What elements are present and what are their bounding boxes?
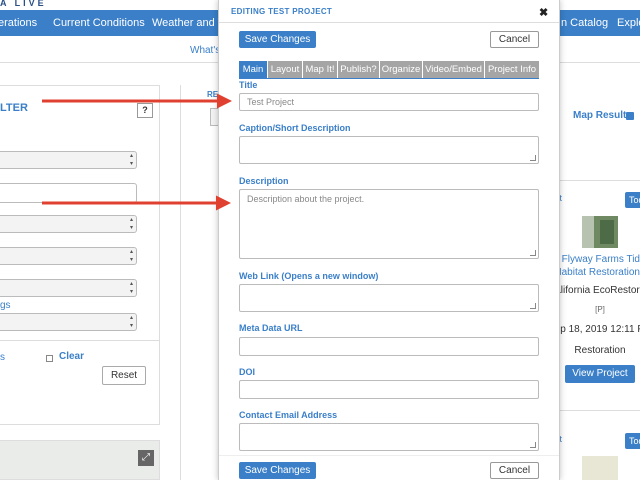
- annotation-arrows: [42, 93, 232, 211]
